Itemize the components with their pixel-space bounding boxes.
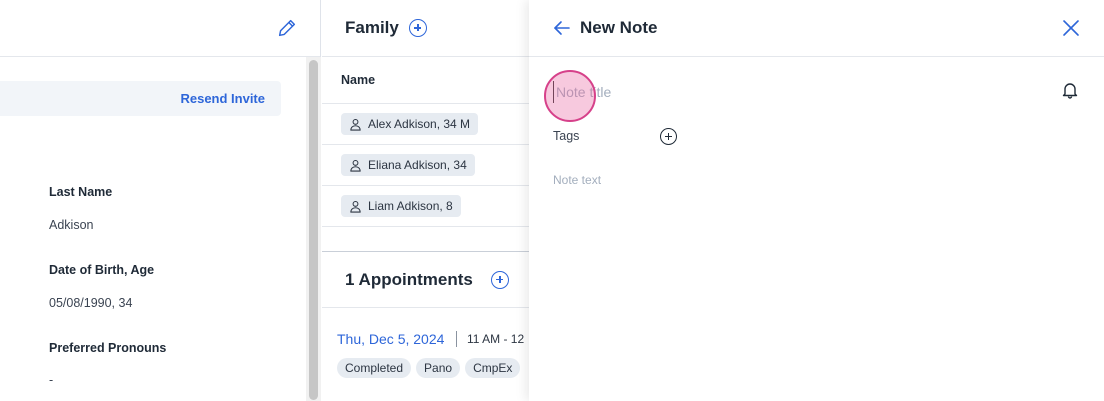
scrollbar-thumb[interactable] xyxy=(309,60,318,400)
family-member-name: Eliana Adkison, 34 xyxy=(368,158,467,172)
person-icon xyxy=(350,200,361,213)
edit-icon[interactable] xyxy=(276,17,298,39)
family-row: Liam Adkison, 8 xyxy=(322,186,529,227)
note-title-input[interactable] xyxy=(553,81,1033,103)
family-table-header: Name xyxy=(322,57,529,104)
family-member-chip[interactable]: Alex Adkison, 34 M xyxy=(341,113,479,135)
name-column-header: Name xyxy=(341,73,376,87)
family-member-name: Alex Adkison, 34 M xyxy=(368,117,471,131)
appointment-tag: CmpEx xyxy=(465,358,521,378)
family-member-chip[interactable]: Liam Adkison, 8 xyxy=(341,195,461,217)
appointment-tag: Completed xyxy=(337,358,412,378)
last-name-label: Last Name xyxy=(49,185,113,199)
back-arrow-icon[interactable] xyxy=(553,19,571,37)
close-icon[interactable] xyxy=(1061,18,1081,38)
bell-icon[interactable] xyxy=(1061,81,1079,99)
drawer-title: New Note xyxy=(580,18,658,37)
tags-label: Tags xyxy=(553,129,580,143)
appointment-date-link[interactable]: Thu, Dec 5, 2024 xyxy=(337,331,444,347)
new-note-drawer: New Note Tags xyxy=(529,0,1104,401)
family-member-name: Liam Adkison, 8 xyxy=(368,199,453,213)
appointments-title: 1 Appointments xyxy=(345,269,473,289)
resend-invite-link[interactable]: Resend Invite xyxy=(180,91,265,106)
patient-details-panel: Resend Invite Last Name Adkison Date of … xyxy=(0,0,321,401)
pronouns-value: - xyxy=(49,373,54,387)
invite-bar: Resend Invite xyxy=(0,81,281,116)
note-text-input[interactable] xyxy=(553,173,1073,373)
appointment-tags: Completed Pano CmpEx xyxy=(337,358,521,378)
appointment-time: 11 AM - 12 xyxy=(467,332,525,346)
person-icon xyxy=(350,159,361,172)
patient-panel-header xyxy=(0,0,320,57)
person-icon xyxy=(350,118,361,131)
family-panel: Family Name Alex Adkison, 34 M Eliana Ad… xyxy=(322,0,529,401)
dob-age-label: Date of Birth, Age xyxy=(49,263,155,277)
family-member-chip[interactable]: Eliana Adkison, 34 xyxy=(341,154,475,176)
pronouns-label: Preferred Pronouns xyxy=(49,341,167,355)
appointments-header: 1 Appointments xyxy=(322,252,529,308)
dob-age-value: 05/08/1990, 34 xyxy=(49,296,133,310)
add-appointment-plus-icon[interactable] xyxy=(490,270,509,289)
family-row: Alex Adkison, 34 M xyxy=(322,104,529,145)
appointment-tag: Pano xyxy=(416,358,461,378)
add-tag-plus-icon[interactable] xyxy=(660,128,677,145)
drawer-header: New Note xyxy=(529,0,1104,57)
family-header: Family xyxy=(322,0,529,57)
scrollbar-track[interactable] xyxy=(306,57,321,401)
family-row: Eliana Adkison, 34 xyxy=(322,145,529,186)
last-name-value: Adkison xyxy=(49,218,94,232)
appointment-separator xyxy=(456,331,457,347)
family-title: Family xyxy=(345,18,399,37)
add-family-plus-icon[interactable] xyxy=(408,19,427,37)
